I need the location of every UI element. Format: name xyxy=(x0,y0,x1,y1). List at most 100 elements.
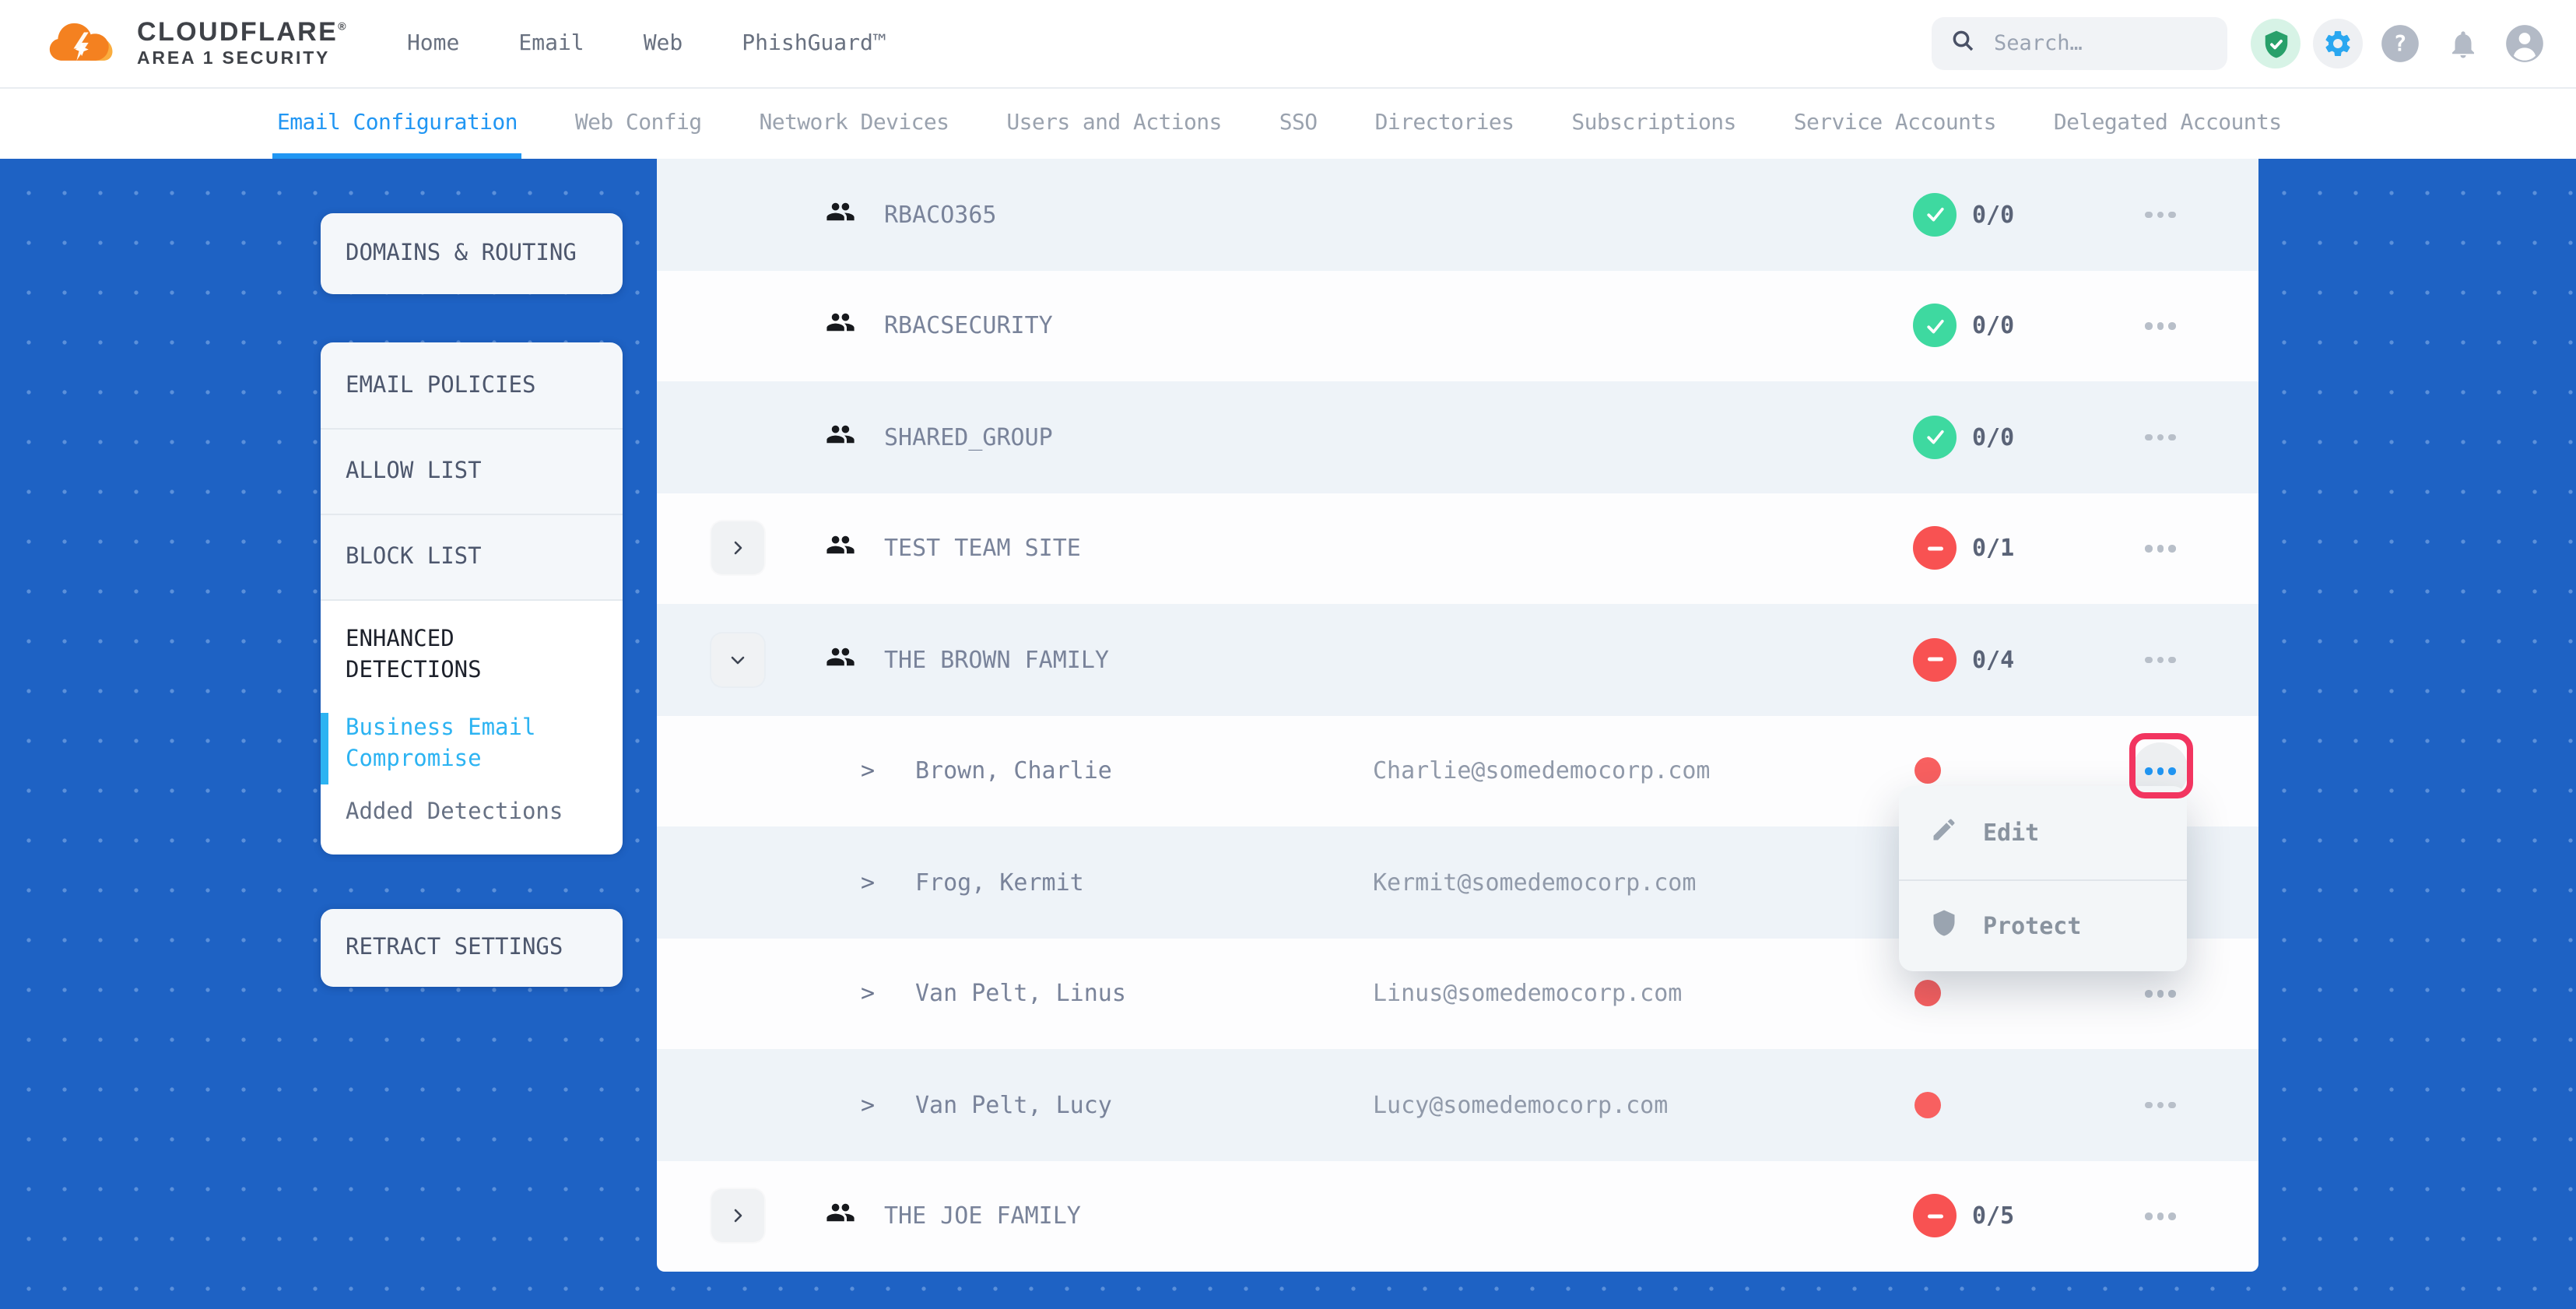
row-context-menu: Edit Protect xyxy=(1899,786,2187,971)
row-actions-menu-button[interactable] xyxy=(2132,298,2188,354)
row-actions-menu-button[interactable] xyxy=(2132,632,2188,688)
tab-delegated-accounts[interactable]: Delegated Accounts xyxy=(2049,87,2286,159)
nav-link-phishguard[interactable]: PhishGuard™ xyxy=(742,31,886,56)
status-badge-fail xyxy=(1913,527,1957,570)
group-icon xyxy=(825,644,856,676)
sidebar-section-enhanced-detections: ENHANCED DETECTIONS Business Email Compr… xyxy=(321,601,623,855)
protected-count: 0/1 xyxy=(1972,535,2014,563)
collapse-group-button[interactable] xyxy=(711,633,764,686)
protected-count: 0/4 xyxy=(1972,646,2014,674)
expand-group-button[interactable] xyxy=(711,522,764,575)
app-root: CLOUDFLARE® AREA 1 SECURITY Home Email Web… xyxy=(0,0,2576,1309)
group-name: SHARED_GROUP xyxy=(884,423,1053,451)
groups-table: RBACO3650/0RBACSECURITY0/0SHARED_GROUP0/… xyxy=(657,159,2258,1272)
sidebar-item-retract-settings[interactable]: RETRACT SETTINGS xyxy=(321,909,623,987)
member-email: Kermit@somedemocorp.com xyxy=(1373,869,1696,897)
protected-count: 0/0 xyxy=(1972,201,2014,229)
user-avatar-icon[interactable] xyxy=(2500,19,2550,68)
member-name: Frog, Kermit xyxy=(915,869,1084,897)
registered-mark: ® xyxy=(338,23,348,33)
table-row-test-team-site: TEST TEAM SITE 0/1 xyxy=(657,493,2258,604)
menu-item-protect[interactable]: Protect xyxy=(1899,879,2187,971)
protected-count: 0/5 xyxy=(1972,1202,2014,1230)
status-badge-pass xyxy=(1913,416,1957,459)
menu-item-label: Edit xyxy=(1983,819,2039,847)
email-policies-label: EMAIL POLICIES xyxy=(346,373,535,398)
sidebar-item-allow-list[interactable]: ALLOW LIST xyxy=(321,430,623,515)
row-actions-menu-button[interactable] xyxy=(2132,966,2188,1022)
member-name: Van Pelt, Linus xyxy=(915,980,1126,1008)
allow-list-label: ALLOW LIST xyxy=(346,459,482,484)
svg-text:?: ? xyxy=(2394,31,2407,57)
table-row-rbacsecurity: RBACSECURITY 0/0 xyxy=(657,270,2258,381)
table-row-shared-group: SHARED_GROUP0/0 xyxy=(657,381,2258,493)
sidebar-item-block-list[interactable]: BLOCK LIST xyxy=(321,515,623,601)
logo-company: CLOUDFLARE® xyxy=(137,19,348,47)
domains-routing-label: DOMAINS & ROUTING xyxy=(346,241,577,266)
nav-link-home[interactable]: Home xyxy=(407,31,459,56)
alert-dot xyxy=(1914,981,1941,1007)
primary-nav: Home Email Web PhishGuard™ xyxy=(407,31,886,56)
group-icon xyxy=(825,311,856,342)
tab-service-accounts[interactable]: Service Accounts xyxy=(1789,87,2001,159)
sidebar-card-email-policies: EMAIL POLICIES ALLOW LIST BLOCK LIST ENH… xyxy=(321,342,623,853)
sidebar-item-domains-routing[interactable]: DOMAINS & ROUTING xyxy=(321,213,623,294)
member-chevron: > xyxy=(861,1091,875,1119)
row-actions-menu-button[interactable] xyxy=(2132,409,2188,465)
expand-group-button[interactable] xyxy=(711,1190,764,1243)
header-icons: ? xyxy=(2251,19,2550,68)
tab-subscriptions[interactable]: Subscriptions xyxy=(1567,87,1740,159)
logo-product: AREA 1 SECURITY xyxy=(137,50,348,68)
row-actions-menu-button[interactable] xyxy=(2132,1077,2188,1133)
search-icon xyxy=(1950,28,1975,59)
tab-web-config[interactable]: Web Config xyxy=(570,87,707,159)
alert-dot xyxy=(1914,758,1941,784)
cloudflare-cloud-icon xyxy=(47,14,121,73)
nav-link-web[interactable]: Web xyxy=(644,31,683,56)
pencil-icon xyxy=(1930,816,1958,850)
table-row-the-joe-family: THE JOE FAMILY 0/5 xyxy=(657,1160,2258,1272)
group-icon xyxy=(825,1201,856,1232)
table-row-the-brown-family: THE BROWN FAMILY 0/4 xyxy=(657,604,2258,715)
member-name: Brown, Charlie xyxy=(915,757,1112,785)
tab-network-devices[interactable]: Network Devices xyxy=(755,87,954,159)
row-actions-menu-button[interactable] xyxy=(2132,521,2188,577)
shield-check-icon[interactable] xyxy=(2251,19,2301,68)
cloudflare-logo[interactable]: CLOUDFLARE® AREA 1 SECURITY xyxy=(47,14,348,73)
tab-email-configuration[interactable]: Email Configuration xyxy=(272,87,522,159)
status-badge-fail xyxy=(1913,1195,1957,1238)
settings-gear-icon[interactable] xyxy=(2313,19,2363,68)
nav-link-email[interactable]: Email xyxy=(518,31,584,56)
search-input[interactable] xyxy=(1991,30,2199,58)
group-name: THE BROWN FAMILY xyxy=(884,646,1109,674)
tab-users-and-actions[interactable]: Users and Actions xyxy=(1002,87,1226,159)
group-name: RBACSECURITY xyxy=(884,312,1053,340)
sidebar-item-email-policies[interactable]: EMAIL POLICIES xyxy=(321,342,623,430)
retract-settings-label: RETRACT SETTINGS xyxy=(346,935,563,960)
row-actions-menu-button[interactable] xyxy=(2132,187,2188,243)
row-actions-menu-button[interactable] xyxy=(2132,1188,2188,1244)
protected-count: 0/0 xyxy=(1972,312,2014,340)
member-chevron: > xyxy=(861,980,875,1008)
help-icon[interactable]: ? xyxy=(2375,19,2425,68)
group-icon xyxy=(825,199,856,230)
member-chevron: > xyxy=(861,757,875,785)
status-badge-pass xyxy=(1913,304,1957,348)
group-name: RBACO365 xyxy=(884,201,997,229)
top-header: CLOUDFLARE® AREA 1 SECURITY Home Email Web… xyxy=(0,0,2576,89)
status-badge-pass xyxy=(1913,193,1957,237)
group-name: THE JOE FAMILY xyxy=(884,1202,1081,1230)
group-name: TEST TEAM SITE xyxy=(884,535,1081,563)
notifications-bell-icon[interactable] xyxy=(2437,19,2487,68)
menu-item-edit[interactable]: Edit xyxy=(1899,786,2187,879)
sidebar-item-added-detections[interactable]: Added Detections xyxy=(346,800,598,825)
tab-directories[interactable]: Directories xyxy=(1370,87,1519,159)
status-badge-fail xyxy=(1913,638,1957,682)
sidebar-item-enhanced-detections[interactable]: ENHANCED DETECTIONS xyxy=(346,624,598,686)
active-item-accent-bar xyxy=(321,713,328,784)
tab-sso[interactable]: SSO xyxy=(1275,87,1322,159)
sidebar-item-business-email-compromise[interactable]: Business Email Compromise xyxy=(346,713,598,775)
search-box xyxy=(1932,17,2227,70)
member-name: Van Pelt, Lucy xyxy=(915,1091,1112,1119)
config-tabs: Email Configuration Web Config Network Dev… xyxy=(0,87,2576,159)
